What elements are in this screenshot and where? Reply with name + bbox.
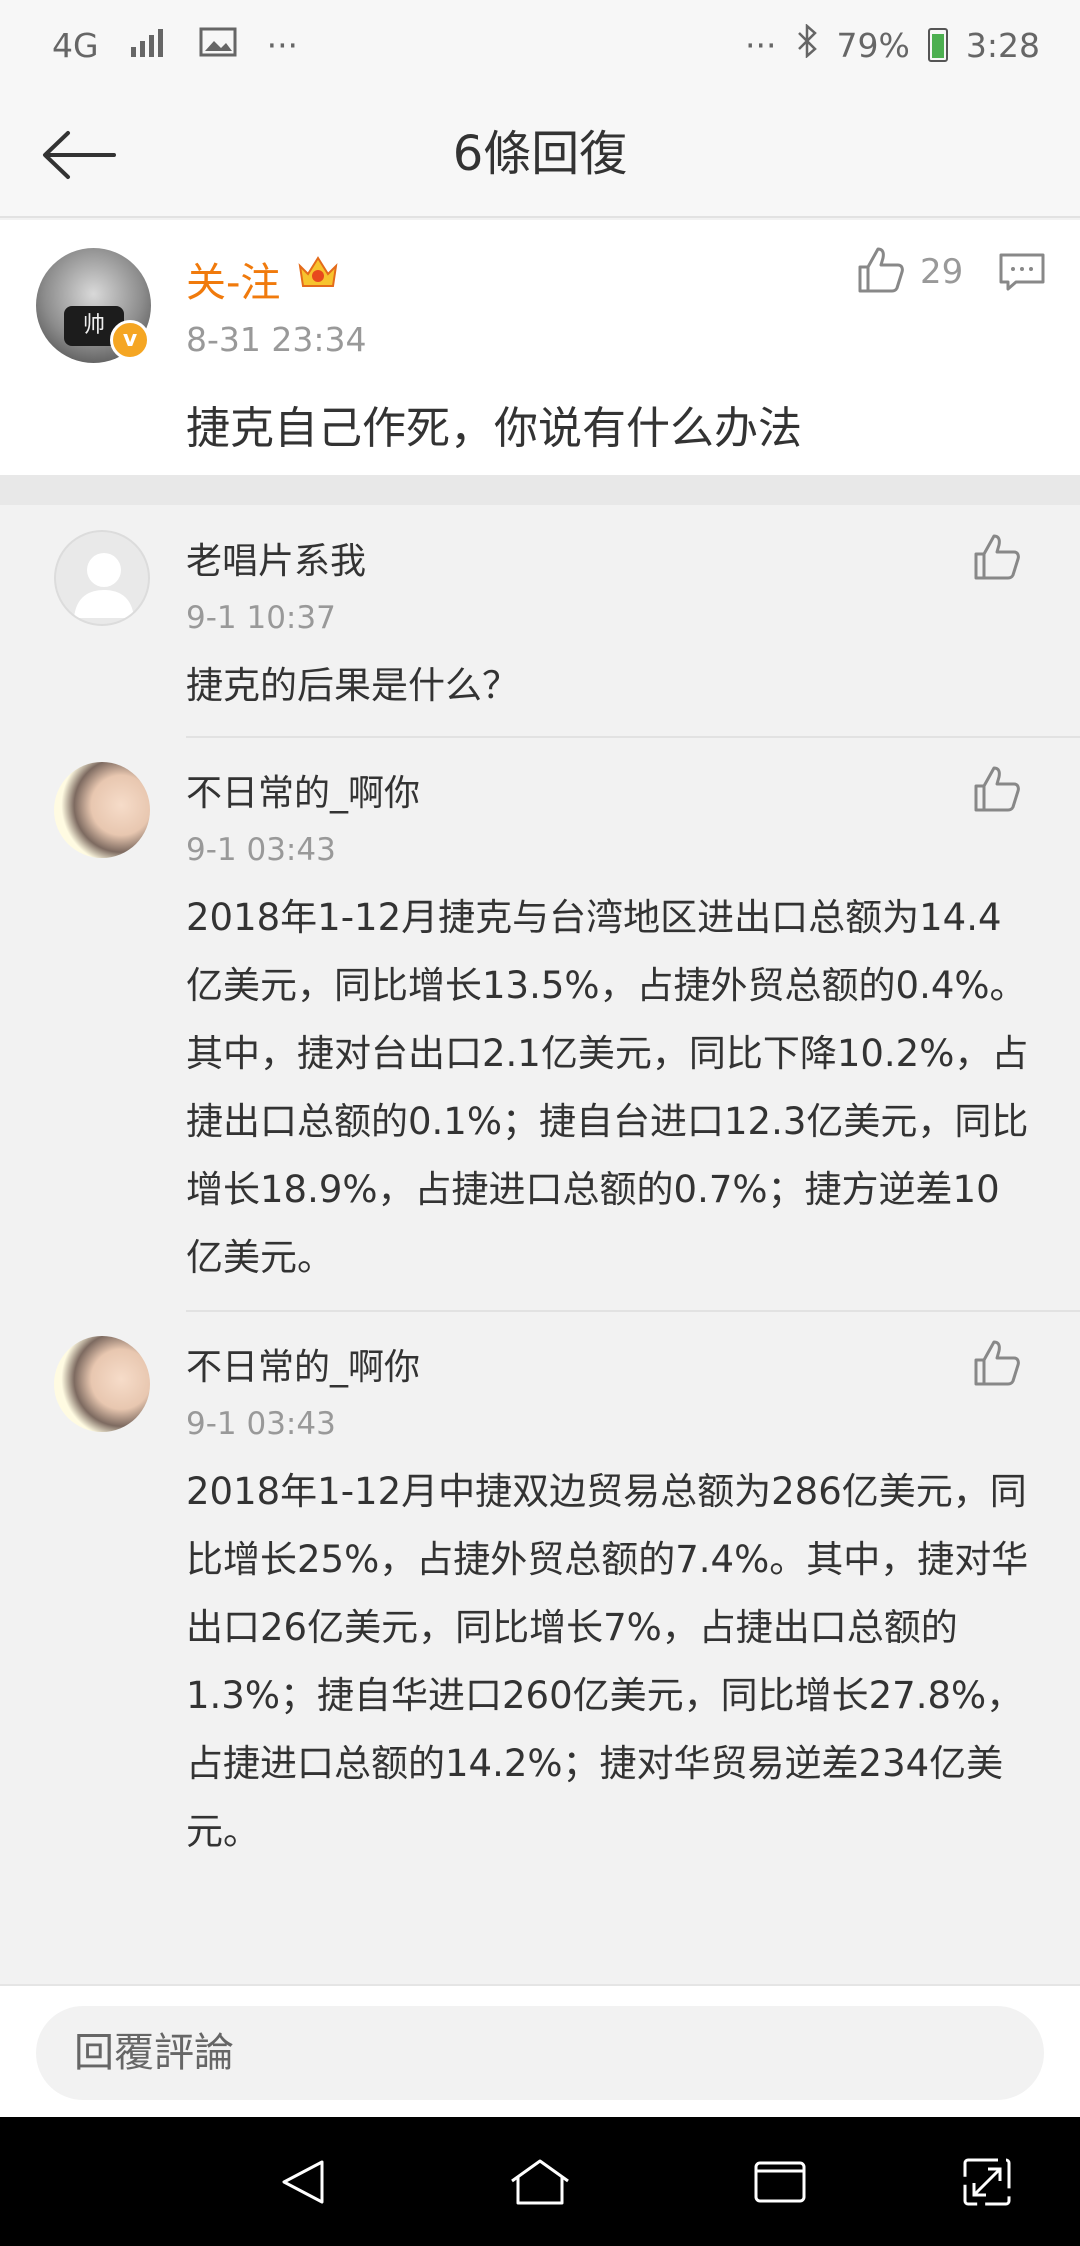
reply-time: 9-1 03:43 xyxy=(186,832,336,868)
main-comment-time: 8-31 23:34 xyxy=(186,320,367,359)
nav-recents-icon[interactable] xyxy=(752,2157,808,2207)
like-icon[interactable] xyxy=(972,764,1022,814)
like-icon[interactable] xyxy=(972,1338,1022,1388)
like-icon[interactable] xyxy=(972,532,1022,582)
reply-avatar[interactable] xyxy=(54,762,150,858)
like-count: 29 xyxy=(920,252,964,292)
nav-screenshot-icon[interactable] xyxy=(962,2157,1012,2207)
reply-avatar[interactable] xyxy=(54,1336,150,1432)
page-title: 6條回復 xyxy=(452,126,628,182)
nav-bar: 6條回復 xyxy=(0,90,1080,218)
signal-icon xyxy=(129,26,169,65)
main-comment-text: 捷克自己作死，你说有什么办法 xyxy=(186,403,802,454)
nav-home-icon[interactable] xyxy=(508,2157,572,2207)
reply-text: 捷克的后果是什么？ xyxy=(186,664,519,707)
default-user-icon xyxy=(74,553,134,618)
reply-username[interactable]: 不日常的_啊你 xyxy=(186,764,420,816)
more-status: ··· xyxy=(745,25,777,65)
section-divider xyxy=(0,475,1080,505)
reply-time: 9-1 03:43 xyxy=(186,1406,336,1442)
network-indicator: 4G xyxy=(52,25,99,65)
status-bar: 4G ··· ··· 79% 3:28 xyxy=(0,0,1080,90)
reply-divider xyxy=(186,736,1080,738)
bluetooth-icon xyxy=(795,23,819,66)
reply-text: 2018年1-12月中捷双边贸易总额为286亿美元，同比增长25%，占捷外贸总额… xyxy=(186,1470,1029,1853)
clock: 3:28 xyxy=(965,25,1040,65)
comment-icon[interactable] xyxy=(998,252,1046,292)
nav-back-icon[interactable] xyxy=(278,2157,328,2207)
reply-time: 9-1 10:37 xyxy=(186,600,336,636)
like-icon[interactable] xyxy=(856,245,906,295)
image-icon xyxy=(199,26,237,65)
battery-icon xyxy=(927,28,948,62)
reply-text: 2018年1-12月捷克与台湾地区进出口总额为14.4亿美元，同比增长13.5%… xyxy=(186,896,1029,1279)
reply-username[interactable]: 老唱片系我 xyxy=(186,532,366,584)
reply-avatar[interactable] xyxy=(54,530,150,626)
vip-crown-icon xyxy=(298,256,338,287)
reply-divider xyxy=(186,1310,1080,1312)
reply-input[interactable]: 回覆評論 xyxy=(36,2006,1044,2100)
system-nav-bar xyxy=(0,2117,1080,2246)
verified-badge-icon: v xyxy=(110,320,150,360)
reply-username[interactable]: 不日常的_啊你 xyxy=(186,1338,420,1390)
compose-bar: 回覆評論 xyxy=(0,1984,1080,2117)
more-notifications: ··· xyxy=(266,25,299,65)
battery-percent: 79% xyxy=(836,25,910,65)
main-comment-username[interactable]: 关-注 xyxy=(186,250,280,308)
